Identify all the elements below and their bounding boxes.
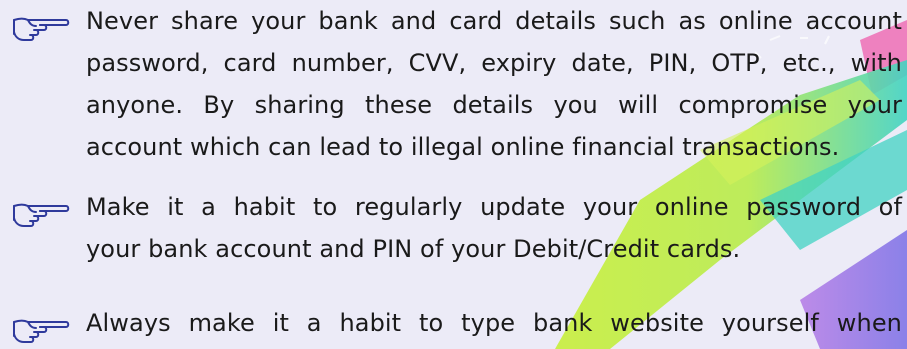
tip-line: anyone. By sharing these details you wil…: [86, 91, 902, 119]
pointing-hand-icon: [13, 17, 70, 41]
tip-text: Make it a habit to regularly update your…: [86, 186, 902, 270]
tip-line: password, card number, CVV, expiry date,…: [86, 49, 902, 77]
tip-text: Always make it a habit to type bank webs…: [86, 302, 902, 344]
tips-list: Never share your bank and card details s…: [0, 0, 907, 349]
tip-line: your bank account and PIN of your Debit/…: [86, 235, 741, 263]
pointing-hand-icon: [13, 203, 70, 227]
tip-line: Never share your bank and card details s…: [86, 7, 902, 35]
tip-text: Never share your bank and card details s…: [86, 0, 902, 168]
tip-line: Make it a habit to regularly update your…: [86, 193, 902, 221]
pointing-hand-icon: [13, 319, 70, 343]
tip-line: account which can lead to illegal online…: [86, 133, 840, 161]
tip-line: Always make it a habit to type bank webs…: [86, 309, 902, 337]
